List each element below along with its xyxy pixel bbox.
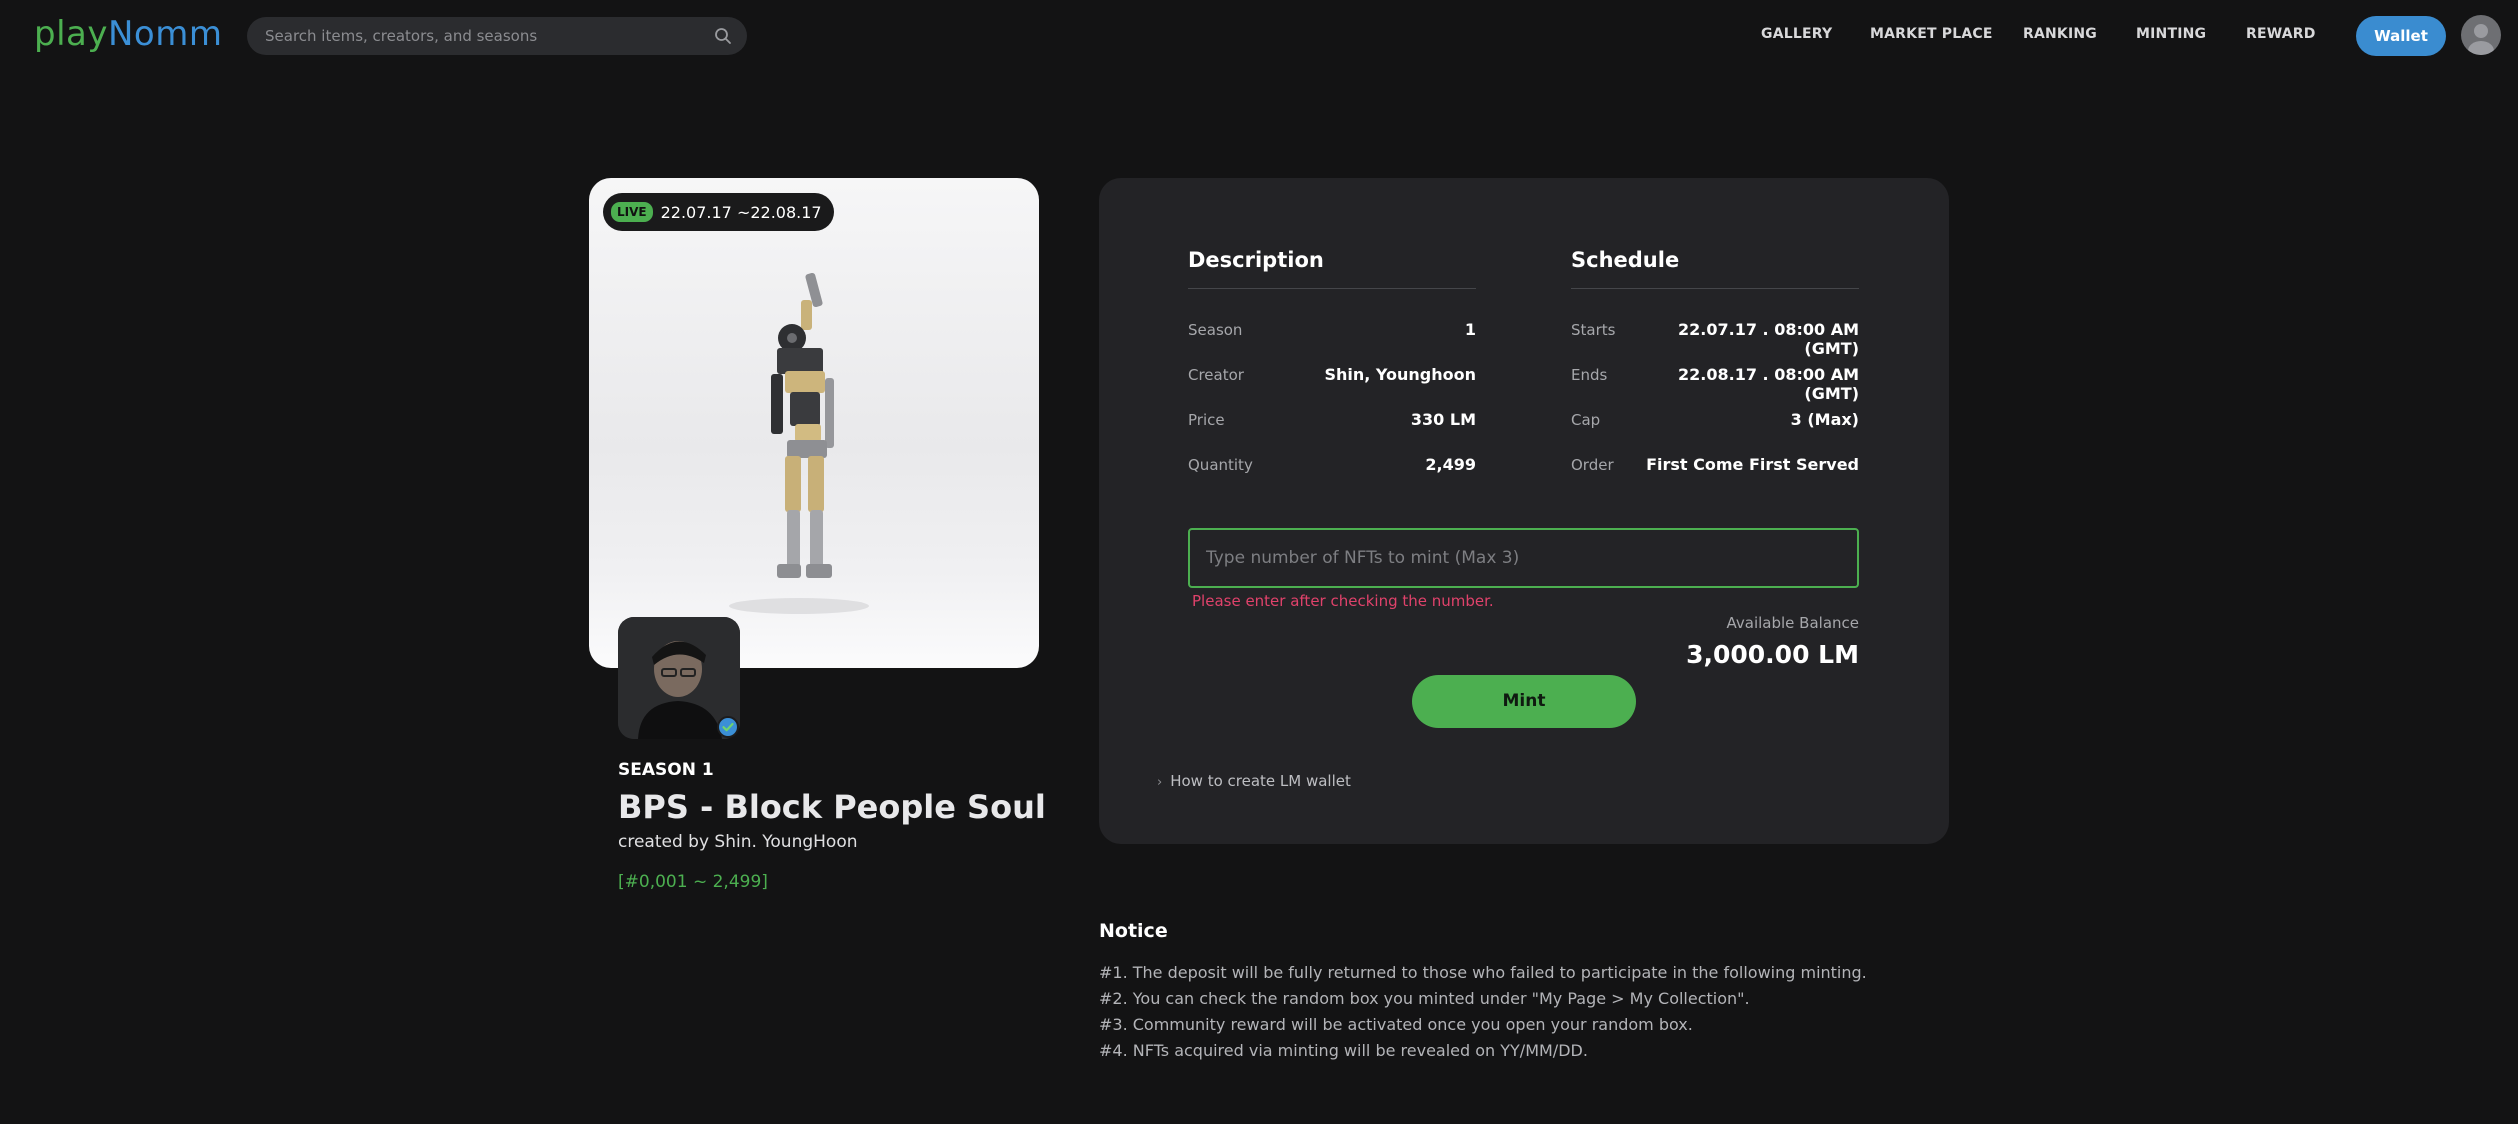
notice-title: Notice: [1099, 920, 1168, 942]
logo-text-nomm: Nomm: [107, 14, 223, 54]
search-bar: [247, 17, 747, 55]
desc-value-quantity: 2,499: [1425, 455, 1476, 474]
token-range: [#0,001 ~ 2,499]: [618, 872, 768, 892]
available-balance-value: 3,000.00 LM: [1686, 640, 1859, 669]
top-header: playNomm GALLERY MARKET PLACE RANKING MI…: [0, 0, 2518, 72]
description-title: Description: [1188, 248, 1324, 272]
sched-label-ends: Ends: [1571, 366, 1608, 384]
sched-label-order: Order: [1571, 456, 1614, 474]
nav-ranking[interactable]: RANKING: [2023, 26, 2097, 42]
desc-label-price: Price: [1188, 411, 1225, 429]
verified-badge-icon: [717, 716, 739, 738]
search-icon[interactable]: [713, 26, 733, 46]
schedule-title: Schedule: [1571, 248, 1680, 272]
sched-label-starts: Starts: [1571, 321, 1616, 339]
created-by-text: created by Shin. YoungHoon: [618, 832, 858, 852]
search-input[interactable]: [265, 17, 695, 55]
nav-reward[interactable]: REWARD: [2246, 26, 2316, 42]
user-avatar-icon: [2468, 24, 2494, 55]
desc-value-price: 330 LM: [1410, 410, 1476, 429]
mint-quantity-input[interactable]: [1188, 528, 1859, 588]
live-status-pill: LIVE 22.07.17 ~22.08.17: [603, 193, 834, 231]
desc-value-creator: Shin, Younghoon: [1324, 365, 1476, 384]
howto-wallet-link[interactable]: › How to create LM wallet: [1157, 772, 1351, 790]
sched-value-cap: 3 (Max): [1790, 410, 1859, 429]
mint-panel: [1099, 178, 1949, 844]
sched-value-starts: 22.07.17 . 08:00 AM (GMT): [1678, 320, 1859, 358]
available-balance-label: Available Balance: [1726, 614, 1860, 632]
sched-value-order: First Come First Served: [1646, 455, 1859, 474]
season-label: SEASON 1: [618, 760, 714, 780]
wallet-button[interactable]: Wallet: [2356, 16, 2446, 56]
nav-minting[interactable]: MINTING: [2136, 26, 2206, 42]
live-date-range: 22.07.17 ~22.08.17: [660, 202, 822, 222]
howto-wallet-label: How to create LM wallet: [1170, 772, 1351, 790]
nft-artwork-image: [589, 178, 1039, 668]
mint-button[interactable]: Mint: [1412, 675, 1636, 728]
notice-line-1: #1. The deposit will be fully returned t…: [1099, 963, 1867, 982]
desc-value-season: 1: [1464, 320, 1476, 339]
nav-market-place[interactable]: MARKET PLACE: [1870, 26, 1993, 42]
schedule-divider: [1571, 288, 1859, 289]
playnomm-logo[interactable]: playNomm: [34, 14, 222, 54]
lego-figure-illustration: [729, 272, 869, 614]
chevron-right-icon: ›: [1157, 775, 1163, 790]
sched-label-cap: Cap: [1571, 411, 1601, 429]
logo-text-play: play: [34, 14, 108, 54]
desc-label-quantity: Quantity: [1188, 456, 1253, 474]
description-divider: [1188, 288, 1476, 289]
user-avatar[interactable]: [2461, 15, 2501, 55]
sched-value-ends: 22.08.17 . 08:00 AM (GMT): [1678, 365, 1859, 403]
desc-label-creator: Creator: [1188, 366, 1244, 384]
notice-line-4: #4. NFTs acquired via minting will be re…: [1099, 1041, 1588, 1060]
mint-error-message: Please enter after checking the number.: [1192, 592, 1494, 610]
item-title: BPS - Block People Soul: [618, 788, 1046, 826]
desc-label-season: Season: [1188, 321, 1243, 339]
notice-line-3: #3. Community reward will be activated o…: [1099, 1015, 1693, 1034]
notice-line-2: #2. You can check the random box you min…: [1099, 989, 1750, 1008]
live-badge: LIVE: [611, 202, 653, 222]
nav-gallery[interactable]: GALLERY: [1761, 26, 1832, 42]
